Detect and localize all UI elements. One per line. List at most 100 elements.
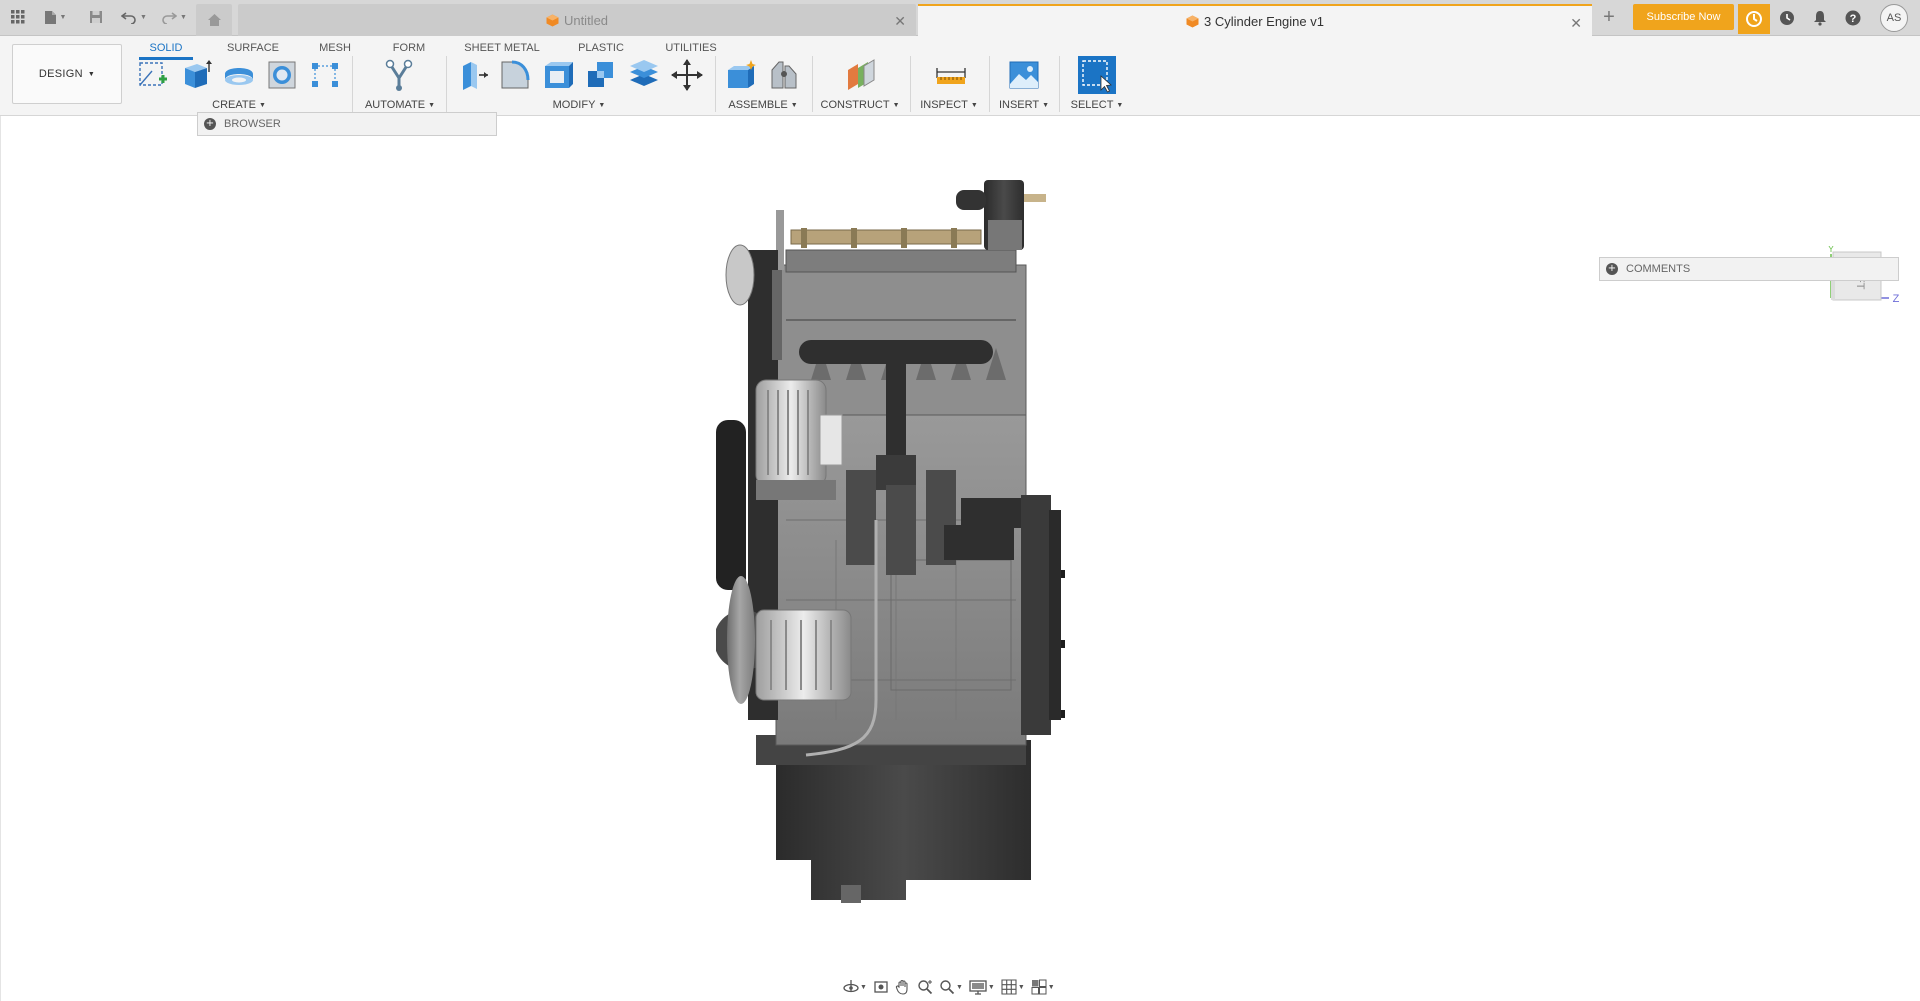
create-sketch-button[interactable]: [135, 58, 171, 92]
tab-form[interactable]: FORM: [387, 38, 431, 58]
shell-icon: [545, 62, 573, 88]
user-avatar[interactable]: AS: [1880, 4, 1908, 32]
notifications-button[interactable]: [1809, 7, 1831, 29]
viewports-button[interactable]: ▼: [1031, 979, 1055, 995]
select-menu[interactable]: SELECT ▼: [1066, 98, 1128, 112]
inspect-menu[interactable]: INSPECT ▼: [918, 98, 980, 112]
chevron-down-icon: ▼: [258, 101, 266, 109]
clock-icon: [1780, 11, 1794, 25]
tab-plastic[interactable]: PLASTIC: [572, 38, 630, 58]
select-button[interactable]: [1078, 56, 1116, 94]
expand-icon[interactable]: +: [204, 118, 216, 130]
tab-untitled[interactable]: Untitled ✕: [238, 4, 916, 36]
undo-button[interactable]: ▼: [118, 6, 150, 28]
joint-button[interactable]: [766, 58, 802, 92]
toolbar-divider: [1059, 56, 1060, 112]
apps-grid-icon[interactable]: [8, 6, 28, 28]
chevron-down-icon: ▼: [970, 101, 978, 109]
automate-menu[interactable]: AUTOMATE ▼: [362, 98, 438, 112]
offset-face-button[interactable]: [626, 58, 662, 92]
zoom-icon: [918, 980, 933, 995]
extrude-button[interactable]: [178, 58, 214, 92]
comments-panel[interactable]: + COMMENTS: [1599, 257, 1899, 281]
create-menu[interactable]: CREATE ▼: [206, 98, 272, 112]
home-button[interactable]: [196, 4, 232, 36]
browser-panel[interactable]: + BROWSER: [197, 112, 497, 136]
fillet-icon: [501, 60, 530, 89]
assemble-menu[interactable]: ASSEMBLE ▼: [727, 98, 799, 112]
history-button[interactable]: [1776, 7, 1798, 29]
fillet-button[interactable]: [497, 58, 533, 92]
job-status-button[interactable]: [1738, 4, 1770, 34]
design-document-icon: [1186, 15, 1199, 27]
tab-surface[interactable]: SURFACE: [222, 38, 284, 58]
revolve-icon: [225, 68, 253, 85]
zoom-fit-button[interactable]: ▼: [939, 979, 963, 995]
viewports-icon: [1031, 979, 1047, 995]
tab-sheet-metal[interactable]: SHEET METAL: [461, 38, 543, 58]
display-settings-button[interactable]: ▼: [969, 979, 995, 995]
press-pull-button[interactable]: [454, 58, 490, 92]
chevron-down-icon: ▼: [1042, 101, 1050, 109]
chevron-down-icon: ▼: [1047, 983, 1055, 991]
group-label: CREATE: [212, 99, 256, 111]
navigation-bar: ▼ ▼ ▼ ▼ ▼: [843, 975, 1079, 999]
extrude-icon: [185, 60, 212, 88]
tab-label: Untitled: [563, 12, 609, 28]
save-button[interactable]: [86, 6, 106, 28]
group-label: SELECT: [1070, 99, 1114, 111]
chevron-down-icon: ▼: [1116, 101, 1124, 109]
revolve-button[interactable]: [221, 58, 257, 92]
insert-menu[interactable]: INSERT ▼: [996, 98, 1052, 112]
expand-icon[interactable]: +: [1606, 263, 1618, 275]
tab-mesh[interactable]: MESH: [312, 38, 358, 58]
shell-button[interactable]: [540, 58, 576, 92]
combine-icon: [588, 62, 613, 87]
chevron-down-icon: ▼: [1017, 983, 1025, 991]
automate-button[interactable]: [381, 58, 417, 92]
chevron-down-icon: ▼: [87, 70, 96, 78]
combine-button[interactable]: [583, 58, 619, 92]
orbit-button[interactable]: ▼: [843, 979, 867, 995]
tab-3-cylinder-engine[interactable]: 3 Cylinder Engine v1 ✕: [918, 4, 1592, 36]
pattern-button[interactable]: [307, 58, 343, 92]
workspace-label: DESIGN: [38, 68, 83, 80]
pan-hand-icon: [895, 979, 908, 995]
hole-button[interactable]: [264, 58, 300, 92]
toolbar-divider: [352, 56, 353, 112]
orbit-icon: [843, 980, 859, 993]
chevron-down-icon: ▼: [987, 983, 995, 991]
measure-button[interactable]: [933, 58, 969, 92]
chevron-down-icon: ▼: [598, 101, 606, 109]
insert-image-button[interactable]: [1006, 58, 1042, 92]
new-component-button[interactable]: [723, 58, 759, 92]
home-icon: [207, 14, 221, 26]
new-tab-button[interactable]: +: [1596, 6, 1622, 30]
close-tab-icon[interactable]: ✕: [894, 13, 906, 30]
pattern-icon: [312, 63, 338, 87]
redo-button[interactable]: ▼: [158, 6, 190, 28]
construct-menu[interactable]: CONSTRUCT ▼: [821, 98, 900, 112]
offset-plane-button[interactable]: [843, 58, 879, 92]
group-label: INSPECT: [920, 99, 968, 111]
tab-solid[interactable]: SOLID: [139, 38, 193, 58]
close-tab-icon[interactable]: ✕: [1570, 15, 1582, 32]
file-menu-button[interactable]: ▼: [40, 6, 70, 28]
browser-panel-title: BROWSER: [224, 118, 281, 130]
grid-snaps-button[interactable]: ▼: [1001, 979, 1025, 995]
tab-utilities[interactable]: UTILITIES: [659, 38, 723, 58]
pan-button[interactable]: [895, 979, 911, 995]
look-at-button[interactable]: [873, 979, 889, 995]
move-copy-button[interactable]: [669, 58, 705, 92]
display-settings-icon: [969, 980, 987, 995]
group-label: INSERT: [998, 99, 1040, 111]
modify-menu[interactable]: MODIFY ▼: [546, 98, 612, 112]
help-button[interactable]: ?: [1842, 7, 1864, 29]
zoom-button[interactable]: [917, 979, 933, 995]
subscribe-now-button[interactable]: Subscribe Now: [1633, 4, 1734, 30]
workspace-switcher[interactable]: DESIGN ▼: [12, 44, 122, 104]
design-canvas[interactable]: LEFT Y Z: [0, 116, 1920, 1001]
engine-model-3d[interactable]: [716, 180, 1166, 910]
save-icon: [90, 11, 102, 23]
chevron-down-icon: ▼: [790, 101, 798, 109]
